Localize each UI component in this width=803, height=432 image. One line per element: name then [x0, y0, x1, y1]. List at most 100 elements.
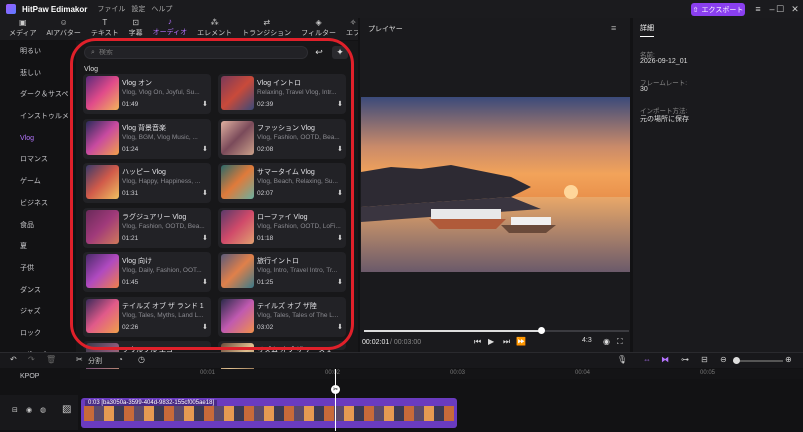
sidebar-item-kids[interactable]: 子供 [8, 258, 70, 280]
zoom-out-icon[interactable]: ⊖ [720, 355, 727, 364]
audio-tags: Vlog, Tales, Tales of The L... [257, 311, 339, 319]
audio-card[interactable]: ローファイ Vlog Vlog, Fashion, OOTD, LoFi... 01… [218, 207, 346, 248]
mic-icon[interactable]: 🎙 [617, 355, 627, 364]
close-icon[interactable]: ✕ [788, 2, 802, 16]
download-icon[interactable]: ⬇ [202, 323, 208, 331]
sidebar-item-game[interactable]: ゲーム [8, 171, 70, 193]
search-bar[interactable]: ⌕ [84, 46, 308, 59]
tab-filter[interactable]: ◈ フィルター [296, 18, 341, 40]
zoom-in-icon[interactable]: ⊕ [785, 355, 792, 364]
audio-card[interactable]: Vlog 背景音楽 Vlog, BGM, Vlog Music, ... 01:24… [83, 118, 211, 159]
export-button[interactable]: ⇧ エクスポート [691, 3, 745, 16]
audio-card[interactable]: ファッション Vlog Vlog, Fashion, OOTD, Bea... 02… [218, 118, 346, 159]
sidebar-item-summer[interactable]: 夏 [8, 236, 70, 258]
tab-transition[interactable]: ⇄ トランジション [237, 18, 296, 40]
sidebar-item-kpop[interactable]: KPOP [8, 366, 70, 388]
audio-card[interactable]: テイルズ オブ ザ ランド 1 Vlog, Tales, Myths, Land … [83, 296, 211, 337]
download-icon[interactable]: ⬇ [202, 145, 208, 153]
sidebar-item-vlog[interactable]: Vlog [8, 128, 70, 150]
audio-duration: 01:49 [122, 101, 139, 108]
undo-icon[interactable]: ↶ [10, 355, 17, 364]
download-icon[interactable]: ⬇ [337, 100, 343, 108]
timer-icon[interactable]: ◷ [138, 355, 145, 364]
split-button[interactable]: 分割 [88, 356, 102, 366]
sidebar-item-dance[interactable]: ダンス [8, 280, 70, 302]
track-thumbnail-icon[interactable]: ▨ [62, 404, 71, 415]
sidebar-item-sad[interactable]: 悲しい [8, 63, 70, 85]
audio-card[interactable]: Vlog 向け Vlog, Daily, Fashion, OOT... 01:45… [83, 252, 211, 292]
playhead-scissors-icon[interactable]: ✂ [331, 385, 340, 394]
menu-file[interactable]: ファイル [97, 4, 125, 14]
redo-icon[interactable]: ↷ [28, 355, 35, 364]
tab-text[interactable]: T テキスト [86, 18, 124, 40]
download-icon[interactable]: ⬇ [337, 278, 343, 286]
tab-details[interactable]: 詳細 [640, 23, 654, 37]
sidebar-item-romance[interactable]: ロマンス [8, 149, 70, 171]
back-icon[interactable]: ↩ [311, 46, 327, 59]
download-icon[interactable]: ⬇ [337, 234, 343, 242]
search-input[interactable] [98, 49, 279, 56]
zoom-handle[interactable] [733, 357, 740, 364]
track-visibility-icon[interactable]: ◉ [26, 406, 32, 414]
split-icon[interactable]: ✂ [76, 355, 83, 364]
speed-icon[interactable]: ◔ [118, 355, 123, 364]
zoom-slider[interactable] [733, 360, 783, 362]
fullscreen-icon[interactable]: ⛶ [617, 337, 623, 347]
menu-help[interactable]: ヘルプ [151, 4, 172, 14]
download-icon[interactable]: ⬇ [337, 145, 343, 153]
snap-icon[interactable]: ⧓ [661, 355, 669, 364]
link-icon[interactable]: ⇔ [643, 355, 651, 364]
sidebar-item-rock[interactable]: ロック [8, 323, 70, 345]
player-menu-icon[interactable]: ≡ [611, 23, 616, 33]
playhead[interactable] [335, 369, 336, 431]
sparkle-icon[interactable]: ✦ [332, 46, 348, 59]
aspect-select[interactable]: 4:3 [582, 337, 592, 344]
maximize-icon[interactable]: ☐ [773, 2, 787, 16]
audio-tags: Vlog, Daily, Fashion, OOT... [122, 267, 202, 274]
tab-media[interactable]: ▣ メディア [4, 18, 42, 40]
tab-element[interactable]: ⁂ エレメント [192, 18, 237, 40]
download-icon[interactable]: ⬇ [202, 234, 208, 242]
video-preview[interactable] [361, 97, 630, 272]
audio-card[interactable]: テイルズ オブ ザ陸 Vlog, Tales, Tales of The L...… [218, 296, 346, 337]
audio-card[interactable]: Vlog オン Vlog, Vlog On, Joyful, Su... 01:49… [83, 74, 211, 114]
tab-ai-avatar[interactable]: ☺ AIアバター [42, 18, 86, 40]
download-icon[interactable]: ⬇ [202, 100, 208, 108]
snapshot-icon[interactable]: ◉ [603, 337, 610, 346]
tab-audio[interactable]: ♪ オーディオ [147, 18, 193, 40]
download-icon[interactable]: ⬇ [337, 323, 343, 331]
audio-card[interactable]: Vlog イントロ Relaxing, Travel Vlog, Intr... 0… [218, 74, 346, 114]
sidebar-item-bright[interactable]: 明るい [8, 41, 70, 63]
audio-card[interactable]: ソウルフル エコー [83, 341, 211, 377]
sidebar-item-jazz[interactable]: ジャズ [8, 301, 70, 323]
download-icon[interactable]: ⬇ [337, 189, 343, 197]
track-mute-icon[interactable]: ◍ [40, 406, 46, 414]
download-icon[interactable]: ⬇ [202, 278, 208, 286]
seek-handle[interactable] [538, 327, 545, 334]
sidebar-item-dark-suspense[interactable]: ダーク＆サスペ [8, 84, 70, 106]
audio-card[interactable]: 旅行イントロ Vlog, Intro, Travel Intro, Tr... 01… [218, 252, 346, 292]
download-icon[interactable]: ⬇ [202, 189, 208, 197]
audio-card[interactable]: リズム オブ ザ アース 1 [218, 341, 346, 377]
sidebar-item-food[interactable]: 食品 [8, 215, 70, 237]
skip-end-icon[interactable]: ⏩ [516, 337, 526, 346]
chain-icon[interactable]: ⊶ [681, 355, 689, 364]
tab-effect[interactable]: ✧ エフ [341, 18, 358, 40]
audio-thumbnail [86, 298, 119, 333]
track-lock-icon[interactable]: ⊟ [12, 406, 18, 414]
time-ruler[interactable] [80, 369, 803, 379]
play-icon[interactable]: ▶ [488, 337, 494, 346]
prev-frame-icon[interactable]: ⏮ [474, 337, 481, 347]
hamburger-icon[interactable]: ≡ [751, 2, 765, 16]
tab-subtitle[interactable]: ⊡ 字幕 [124, 18, 148, 40]
delete-icon[interactable]: 🗑 [46, 355, 56, 364]
audio-card[interactable]: ハッピー Vlog Vlog, Happy, Happiness, ... 01:3… [83, 163, 211, 203]
menu-settings[interactable]: 設定 [131, 4, 145, 14]
track-icon[interactable]: ⊟ [701, 355, 708, 364]
audio-card[interactable]: ラグジュアリー Vlog Vlog, Fashion, OOTD, Bea... 0… [83, 207, 211, 248]
filter-icon: ◈ [315, 18, 322, 27]
sidebar-item-instrumental[interactable]: インストゥルメ [8, 106, 70, 128]
next-frame-icon[interactable]: ⏭ [503, 337, 510, 347]
sidebar-item-business[interactable]: ビジネス [8, 193, 70, 215]
audio-card[interactable]: サマータイム Vlog Vlog, Beach, Relaxing, Su... 0… [218, 163, 346, 203]
